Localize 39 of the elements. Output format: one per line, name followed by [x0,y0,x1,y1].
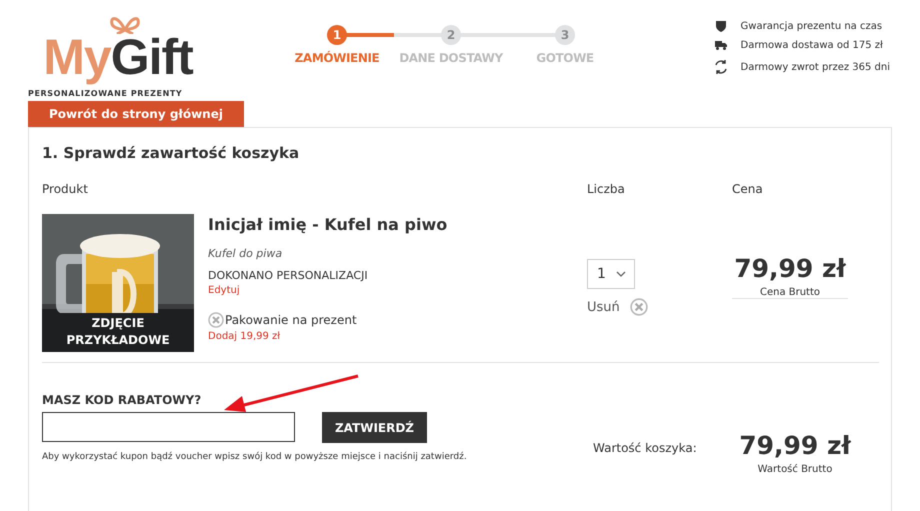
logo[interactable]: MyGift [42,12,194,85]
perk-text: Gwarancja prezentu na czas [740,20,882,32]
coupon-label: MASZ KOD RABATOWY? [42,393,202,407]
item-price: 79,99 zł [734,254,846,283]
column-header: Cena [732,182,764,196]
perk-text: Darmowa dostawa od 175 zł [740,40,883,51]
close-icon [630,298,648,316]
gift-wrap-price[interactable]: Dodaj 19,99 zł [208,331,448,342]
section-title: 1. Sprawdź zawartość koszyka [42,144,300,162]
step-number: 3 [555,25,575,45]
chevron-down-icon [616,271,626,277]
remove-button[interactable]: Usuń [587,298,648,316]
column-header: Liczba [587,182,626,196]
step-label: GOTOWE [536,51,594,65]
shield-icon [714,20,727,32]
coupon-help-text: Aby wykorzystać kupon bądź voucher wpisz swój kod w powyższe miejsce i naciśnij zatwierdź. [42,452,468,462]
quantity-select[interactable]: 1 [587,259,635,289]
cart-total-label: Wartość koszyka: [592,441,698,457]
price-note: Cena Brutto [760,287,820,298]
truck-icon [714,41,727,50]
perk-text: Darmowy zwrot przez 365 dni [740,62,890,72]
personalization-status: DOKONANO PERSONALIZACJI [208,269,369,282]
cart-total: 79,99 zł [739,431,851,460]
edit-link[interactable]: Edytuj [208,285,448,296]
step-label: DANE DOSTAWY [399,51,503,65]
step-number: 1 [327,25,347,45]
product-subtitle: Kufel do piwa [208,247,284,260]
gift-wrap-label: Pakowanie na prezent [225,313,357,327]
recycle-icon [712,59,729,75]
coupon-input[interactable] [42,412,295,442]
submit-button[interactable]: ZATWIERDŹ [322,412,427,443]
step-number: 2 [441,25,461,45]
unchecked-icon[interactable] [208,312,224,328]
back-button[interactable]: Powrót do strony głównej [28,100,244,127]
total-note: Wartość Brutto [758,464,832,475]
logo-tagline: PERSONALIZOWANE PREZENTY [28,88,184,98]
column-header: Produkt [42,182,89,196]
step-label: ZAMÓWIENIE [294,51,380,65]
product-name: Inicjał imię - Kufel na piwo [208,215,448,234]
